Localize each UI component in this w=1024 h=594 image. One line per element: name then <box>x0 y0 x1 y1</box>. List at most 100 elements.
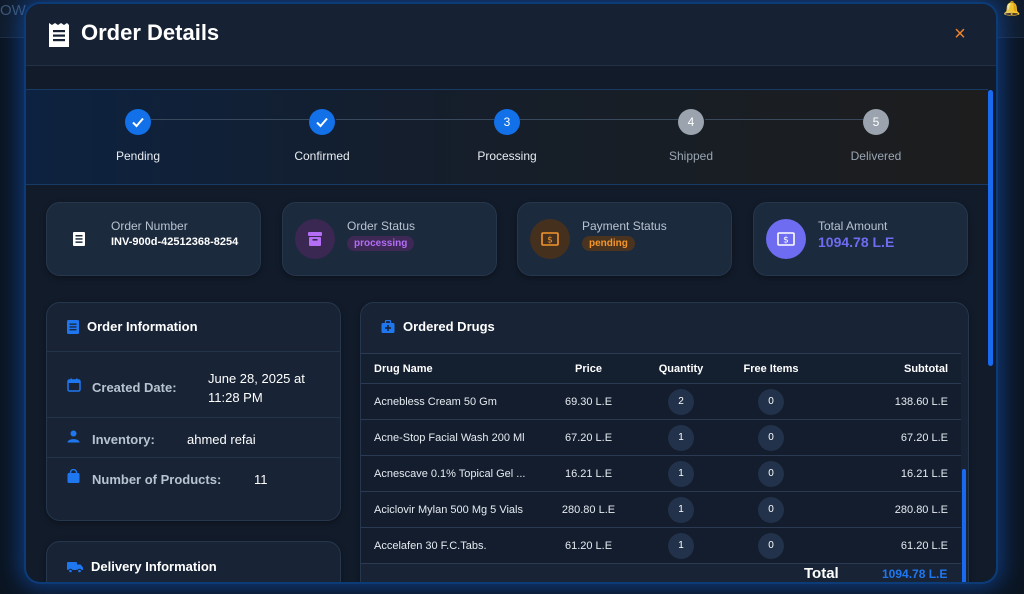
step-shipped: 4 Shipped <box>631 109 751 163</box>
number-of-products-value: 11 <box>254 472 268 487</box>
subtotal-cell: 138.60 L.E <box>816 383 961 420</box>
total-row: Total 1094.78 L.E <box>361 565 961 582</box>
number-of-products-label: Number of Products: <box>92 472 222 487</box>
price-cell: 61.20 L.E <box>541 527 636 564</box>
modal-title: Order Details <box>81 20 220 45</box>
number-of-products-row: Number of Products: 11 <box>47 457 340 497</box>
modal-scrollbar[interactable] <box>988 90 993 366</box>
receipt-icon <box>49 23 69 47</box>
total-label: Total <box>804 565 839 582</box>
quantity-badge: 2 <box>668 388 694 415</box>
free-items-badge: 0 <box>758 496 784 523</box>
drug-name: Acnescave 0.1% Topical Gel ... <box>374 467 526 480</box>
inventory-label: Inventory: <box>92 432 155 447</box>
ordered-drugs-panel: Ordered Drugs Drug Name Price Quantity F… <box>360 302 969 582</box>
free-items-cell: 0 <box>726 527 816 564</box>
quantity-badge: 1 <box>668 460 694 487</box>
step-label: Delivered <box>850 149 902 163</box>
column-header-free-items: Free Items <box>726 353 816 384</box>
subtotal-cell: 61.20 L.E <box>816 527 961 564</box>
document-icon <box>67 319 79 334</box>
truck-icon <box>67 561 83 573</box>
header-spacer <box>26 67 996 89</box>
free-items-cell: 0 <box>726 455 816 492</box>
payment-status-badge: pending <box>582 236 635 251</box>
column-header-quantity: Quantity <box>636 353 726 384</box>
shopping-bag-icon <box>67 469 80 483</box>
payment-status-card: $ Payment Status pending <box>517 202 732 276</box>
subtotal-cell: 280.80 L.E <box>816 491 961 528</box>
order-information-title: Order Information <box>67 319 198 334</box>
free-items-cell: 0 <box>726 383 816 420</box>
free-items-badge: 0 <box>758 424 784 451</box>
step-confirmed: Confirmed <box>262 109 382 163</box>
drug-name: Acne-Stop Facial Wash 200 Ml <box>374 431 525 444</box>
order-status-value-wrap: processing <box>347 236 415 251</box>
step-number: 4 <box>678 109 704 135</box>
close-button[interactable]: × <box>948 21 972 47</box>
check-icon <box>309 109 335 135</box>
quantity-cell: 1 <box>636 419 726 456</box>
svg-text:$: $ <box>783 236 789 246</box>
table-row: Acne-Stop Facial Wash 200 Ml 67.20 L.E 1… <box>361 419 961 456</box>
order-number-label: Order Number <box>111 219 188 233</box>
free-items-cell: 0 <box>726 491 816 528</box>
step-label: Processing <box>477 149 537 163</box>
order-status-card: Order Status processing <box>282 202 497 276</box>
total-amount-label: Total Amount <box>818 219 888 233</box>
panel-title-text: Ordered Drugs <box>403 319 495 334</box>
step-processing: 3 Processing <box>447 109 567 163</box>
box-icon <box>295 219 335 259</box>
step-number: 3 <box>494 109 520 135</box>
drug-name: Aciclovir Mylan 500 Mg 5 Vials <box>374 503 523 516</box>
step-delivered: 5 Delivered <box>816 109 936 163</box>
table-row: Accelafen 30 F.C.Tabs. 61.20 L.E 1 0 61.… <box>361 527 961 564</box>
price-cell: 280.80 L.E <box>541 491 636 528</box>
free-items-badge: 0 <box>758 532 784 559</box>
column-header-subtotal: Subtotal <box>816 353 961 384</box>
quantity-cell: 1 <box>636 527 726 564</box>
total-amount-value: 1094.78 L.E <box>818 234 895 250</box>
created-date-value-line1: June 28, 2025 at <box>208 371 305 386</box>
order-number-card: Order Number INV-900d-42512368-8254 <box>46 202 261 276</box>
step-label: Pending <box>115 149 161 163</box>
table-scrollbar[interactable] <box>962 469 966 582</box>
drug-name-cell: Aciclovir Mylan 500 Mg 5 Vials <box>361 491 541 528</box>
medical-kit-icon <box>381 320 395 333</box>
order-number-value: INV-900d-42512368-8254 <box>111 236 239 248</box>
quantity-badge: 1 <box>668 532 694 559</box>
panel-title-text: Order Information <box>87 319 198 334</box>
table-row: Acnebless Cream 50 Gm 69.30 L.E 2 0 138.… <box>361 383 961 420</box>
order-status-label: Order Status <box>347 219 416 233</box>
quantity-badge: 1 <box>668 424 694 451</box>
drug-name: Acnebless Cream 50 Gm <box>374 395 497 408</box>
quantity-cell: 1 <box>636 455 726 492</box>
quantity-badge: 1 <box>668 496 694 523</box>
step-number: 5 <box>863 109 889 135</box>
drug-name-cell: Acnebless Cream 50 Gm <box>361 383 541 420</box>
table-header-row: Drug Name Price Quantity Free Items Subt… <box>361 353 961 384</box>
quantity-cell: 1 <box>636 491 726 528</box>
inventory-row: Inventory: ahmed refai <box>47 417 340 457</box>
delivery-information-panel: Delivery Information <box>46 541 341 582</box>
subtotal-cell: 67.20 L.E <box>816 419 961 456</box>
panel-title-text: Delivery Information <box>91 559 217 574</box>
created-date-value-line2: 11:28 PM <box>208 390 263 405</box>
free-items-badge: 0 <box>758 460 784 487</box>
column-header-drug-name: Drug Name <box>361 353 541 384</box>
payment-status-label: Payment Status <box>582 219 667 233</box>
calendar-icon <box>67 378 81 392</box>
table-row: Acnescave 0.1% Topical Gel ... 16.21 L.E… <box>361 455 961 492</box>
modal-header: Order Details × <box>26 4 996 66</box>
drug-name-cell: Acnescave 0.1% Topical Gel ... <box>361 455 541 492</box>
step-pending: Pending <box>78 109 198 163</box>
order-status-badge: processing <box>347 236 415 251</box>
quantity-cell: 2 <box>636 383 726 420</box>
payment-status-value-wrap: pending <box>582 236 635 251</box>
svg-text:$: $ <box>547 236 553 246</box>
step-label: Confirmed <box>294 149 350 163</box>
order-information-panel: Order Information Created Date: June 28,… <box>46 302 341 521</box>
table-row: Aciclovir Mylan 500 Mg 5 Vials 280.80 L.… <box>361 491 961 528</box>
receipt-icon <box>59 219 99 259</box>
column-header-price: Price <box>541 353 636 384</box>
